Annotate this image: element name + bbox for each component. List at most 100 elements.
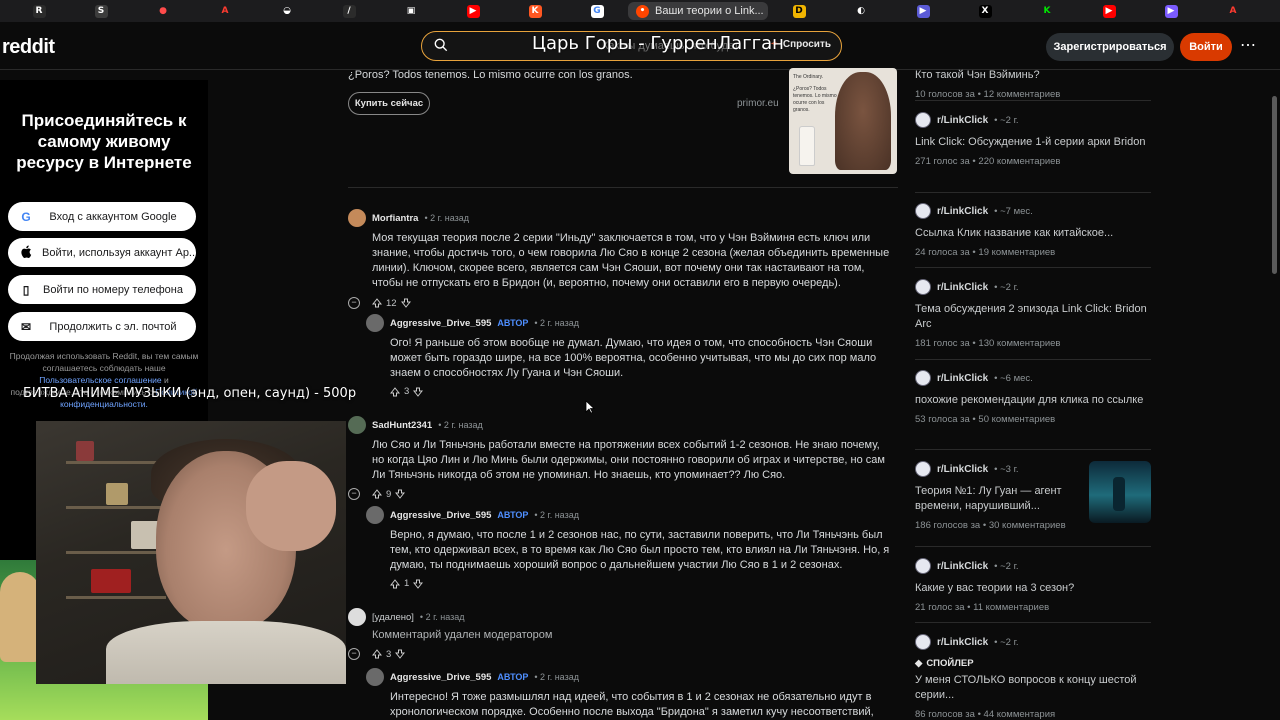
browser-tab[interactable]: A (1202, 0, 1264, 22)
browser-tab[interactable]: ▶ (1078, 0, 1140, 22)
comment-time: • 2 г. назад (534, 510, 579, 520)
legal-prefix: Продолжая использовать Reddit, вы тем са… (9, 351, 199, 373)
comment-username[interactable]: Aggressive_Drive_595 (390, 672, 491, 683)
subreddit-name[interactable]: r/LinkClick (937, 115, 988, 126)
browser-tab[interactable]: ▶ (442, 0, 504, 22)
related-post[interactable]: r/LinkClick • ~2 г. Какие у вас теории на… (915, 558, 1151, 613)
more-options-icon[interactable]: ⋯ (1236, 35, 1260, 59)
browser-tab[interactable]: ◒ (256, 0, 318, 22)
downvote-icon[interactable] (413, 579, 424, 589)
browser-tab[interactable]: ▶ (892, 0, 954, 22)
upvote-icon[interactable] (372, 298, 382, 308)
related-post[interactable]: r/LinkClick • ~3 г. Теория №1: Лу Гуан — … (915, 461, 1151, 531)
collapse-icon[interactable]: − (348, 488, 360, 500)
divider (915, 359, 1151, 360)
related-post[interactable]: r/LinkClick • ~7 мес. Ссылка Клик названи… (915, 203, 1151, 258)
browser-tab[interactable]: K (504, 0, 566, 22)
search-icon (434, 38, 448, 52)
subreddit-name[interactable]: r/LinkClick (937, 464, 988, 475)
tab-favicon-icon: S (94, 4, 108, 18)
tab-favicon-icon: ▶ (1102, 4, 1116, 18)
comment-username[interactable]: Aggressive_Drive_595 (390, 318, 491, 329)
google-login-button[interactable]: G Вход с аккаунтом Google (8, 202, 196, 231)
phone-login-button[interactable]: ▯ Войти по номеру телефона (8, 275, 196, 304)
reddit-logo[interactable]: reddit (2, 36, 55, 59)
browser-tab[interactable]: / (318, 0, 380, 22)
comment-username[interactable]: SadHunt2341 (372, 420, 432, 431)
active-tab-title: Ваши теории о Link... (655, 5, 764, 17)
browser-tab-active[interactable]: • Ваши теории о Link... (628, 2, 768, 20)
browser-tab[interactable]: D (768, 0, 830, 22)
upvote-icon[interactable] (390, 386, 400, 397)
related-post-stats: 86 голосов за • 44 комментария (915, 709, 1056, 720)
vote-count: 9 (386, 488, 392, 500)
comment: SadHunt2341 • 2 г. назад Лю Сяо и Ли Тян… (348, 416, 896, 500)
browser-tab[interactable]: ◐ (830, 0, 892, 22)
ad-domain: primor.eu (737, 98, 779, 109)
model-face (835, 72, 891, 170)
tab-favicon-icon: ▶ (466, 4, 480, 18)
tab-favicon-icon: K (528, 4, 542, 18)
upvote-icon[interactable] (390, 578, 400, 589)
post-age: • ~2 г. (994, 560, 1019, 572)
ask-label: Спросить (782, 39, 831, 50)
ad-image-caption: ¿Poros? Todos tenemos. Lo mismo ocurre c… (793, 86, 837, 113)
subreddit-name[interactable]: r/LinkClick (937, 282, 988, 293)
subreddit-name[interactable]: r/LinkClick (937, 637, 988, 648)
phone-icon: ▯ (22, 282, 30, 297)
browser-tab[interactable]: S (70, 0, 132, 22)
downvote-icon[interactable] (395, 489, 406, 499)
mouse-cursor-icon (585, 400, 595, 414)
browser-tab[interactable]: ▣ (380, 0, 442, 22)
downvote-icon[interactable] (413, 387, 424, 397)
vote-row: − 9 (348, 488, 896, 500)
signup-button[interactable]: Зарегистрироваться (1046, 33, 1174, 61)
related-post[interactable]: r/LinkClick • ~2 г. Link Click: Обсуждени… (915, 112, 1151, 167)
browser-tab[interactable]: X (954, 0, 1016, 22)
google-login-label: Вход с аккаунтом Google (49, 210, 177, 223)
comment-time: • 2 г. назад (424, 213, 470, 223)
divider (915, 192, 1151, 193)
avatar[interactable] (348, 209, 366, 227)
downvote-icon[interactable] (400, 298, 411, 308)
subreddit-name[interactable]: r/LinkClick (937, 373, 988, 384)
related-post[interactable]: r/LinkClick • ~2 г. ◆ СПОЙЛЕР У меня СТОЛЬ… (915, 634, 1151, 720)
apple-login-button[interactable]: Войти, используя аккаунт Ap... (8, 238, 196, 267)
login-button[interactable]: Войти (1180, 33, 1232, 61)
comment-username[interactable]: Aggressive_Drive_595 (390, 510, 491, 521)
avatar[interactable] (366, 506, 384, 524)
buy-now-button[interactable]: Купить сейчас (348, 92, 430, 115)
comment-reply: Aggressive_Drive_595 АВТОР • 2 г. назад … (366, 314, 896, 397)
post-age: • ~6 мес. (994, 372, 1033, 384)
browser-tab[interactable]: R (8, 0, 70, 22)
related-post-title: Теория №1: Лу Гуан — агент времени, нару… (915, 485, 1062, 512)
browser-tab[interactable]: A (194, 0, 256, 22)
post-thumbnail[interactable] (1089, 461, 1151, 523)
collapse-icon[interactable]: − (348, 648, 360, 660)
avatar[interactable] (348, 416, 366, 434)
related-post-title: Кто такой Чэн Вэйминь? (915, 69, 1040, 81)
browser-tab[interactable]: K (1016, 0, 1078, 22)
subreddit-name[interactable]: r/LinkClick (937, 561, 988, 572)
avatar[interactable] (366, 668, 384, 686)
email-login-button[interactable]: ✉ Продолжить с эл. почтой (8, 312, 196, 341)
user-agreement-link[interactable]: Пользовательское соглашение (39, 375, 161, 385)
page-scrollbar[interactable] (1272, 96, 1277, 274)
upvote-icon[interactable] (372, 649, 382, 659)
op-badge: АВТОР (497, 672, 529, 682)
browser-tab[interactable]: G (566, 0, 628, 22)
related-post[interactable]: r/LinkClick • ~2 г. Тема обсуждения 2 эпи… (915, 279, 1151, 349)
ad-image[interactable]: The Ordinary. ¿Poros? Todos tenemos. Lo … (789, 68, 897, 174)
subreddit-name[interactable]: r/LinkClick (937, 206, 988, 217)
collapse-icon[interactable]: − (348, 297, 360, 309)
browser-tab[interactable]: ▶ (1140, 0, 1202, 22)
ad-text: ¿Poros? Todos tenemos. Lo mismo ocurre c… (348, 69, 633, 81)
related-post[interactable]: Кто такой Чэн Вэйминь? 10 голосов за • 1… (915, 61, 1151, 100)
reddit-favicon-icon: • (636, 4, 649, 18)
browser-tab[interactable]: ● (132, 0, 194, 22)
upvote-icon[interactable] (372, 489, 382, 499)
comment-username[interactable]: Morfiantra (372, 213, 418, 224)
downvote-icon[interactable] (395, 649, 406, 659)
avatar[interactable] (366, 314, 384, 332)
related-post[interactable]: r/LinkClick • ~6 мес. похожие рекомендаци… (915, 370, 1151, 425)
